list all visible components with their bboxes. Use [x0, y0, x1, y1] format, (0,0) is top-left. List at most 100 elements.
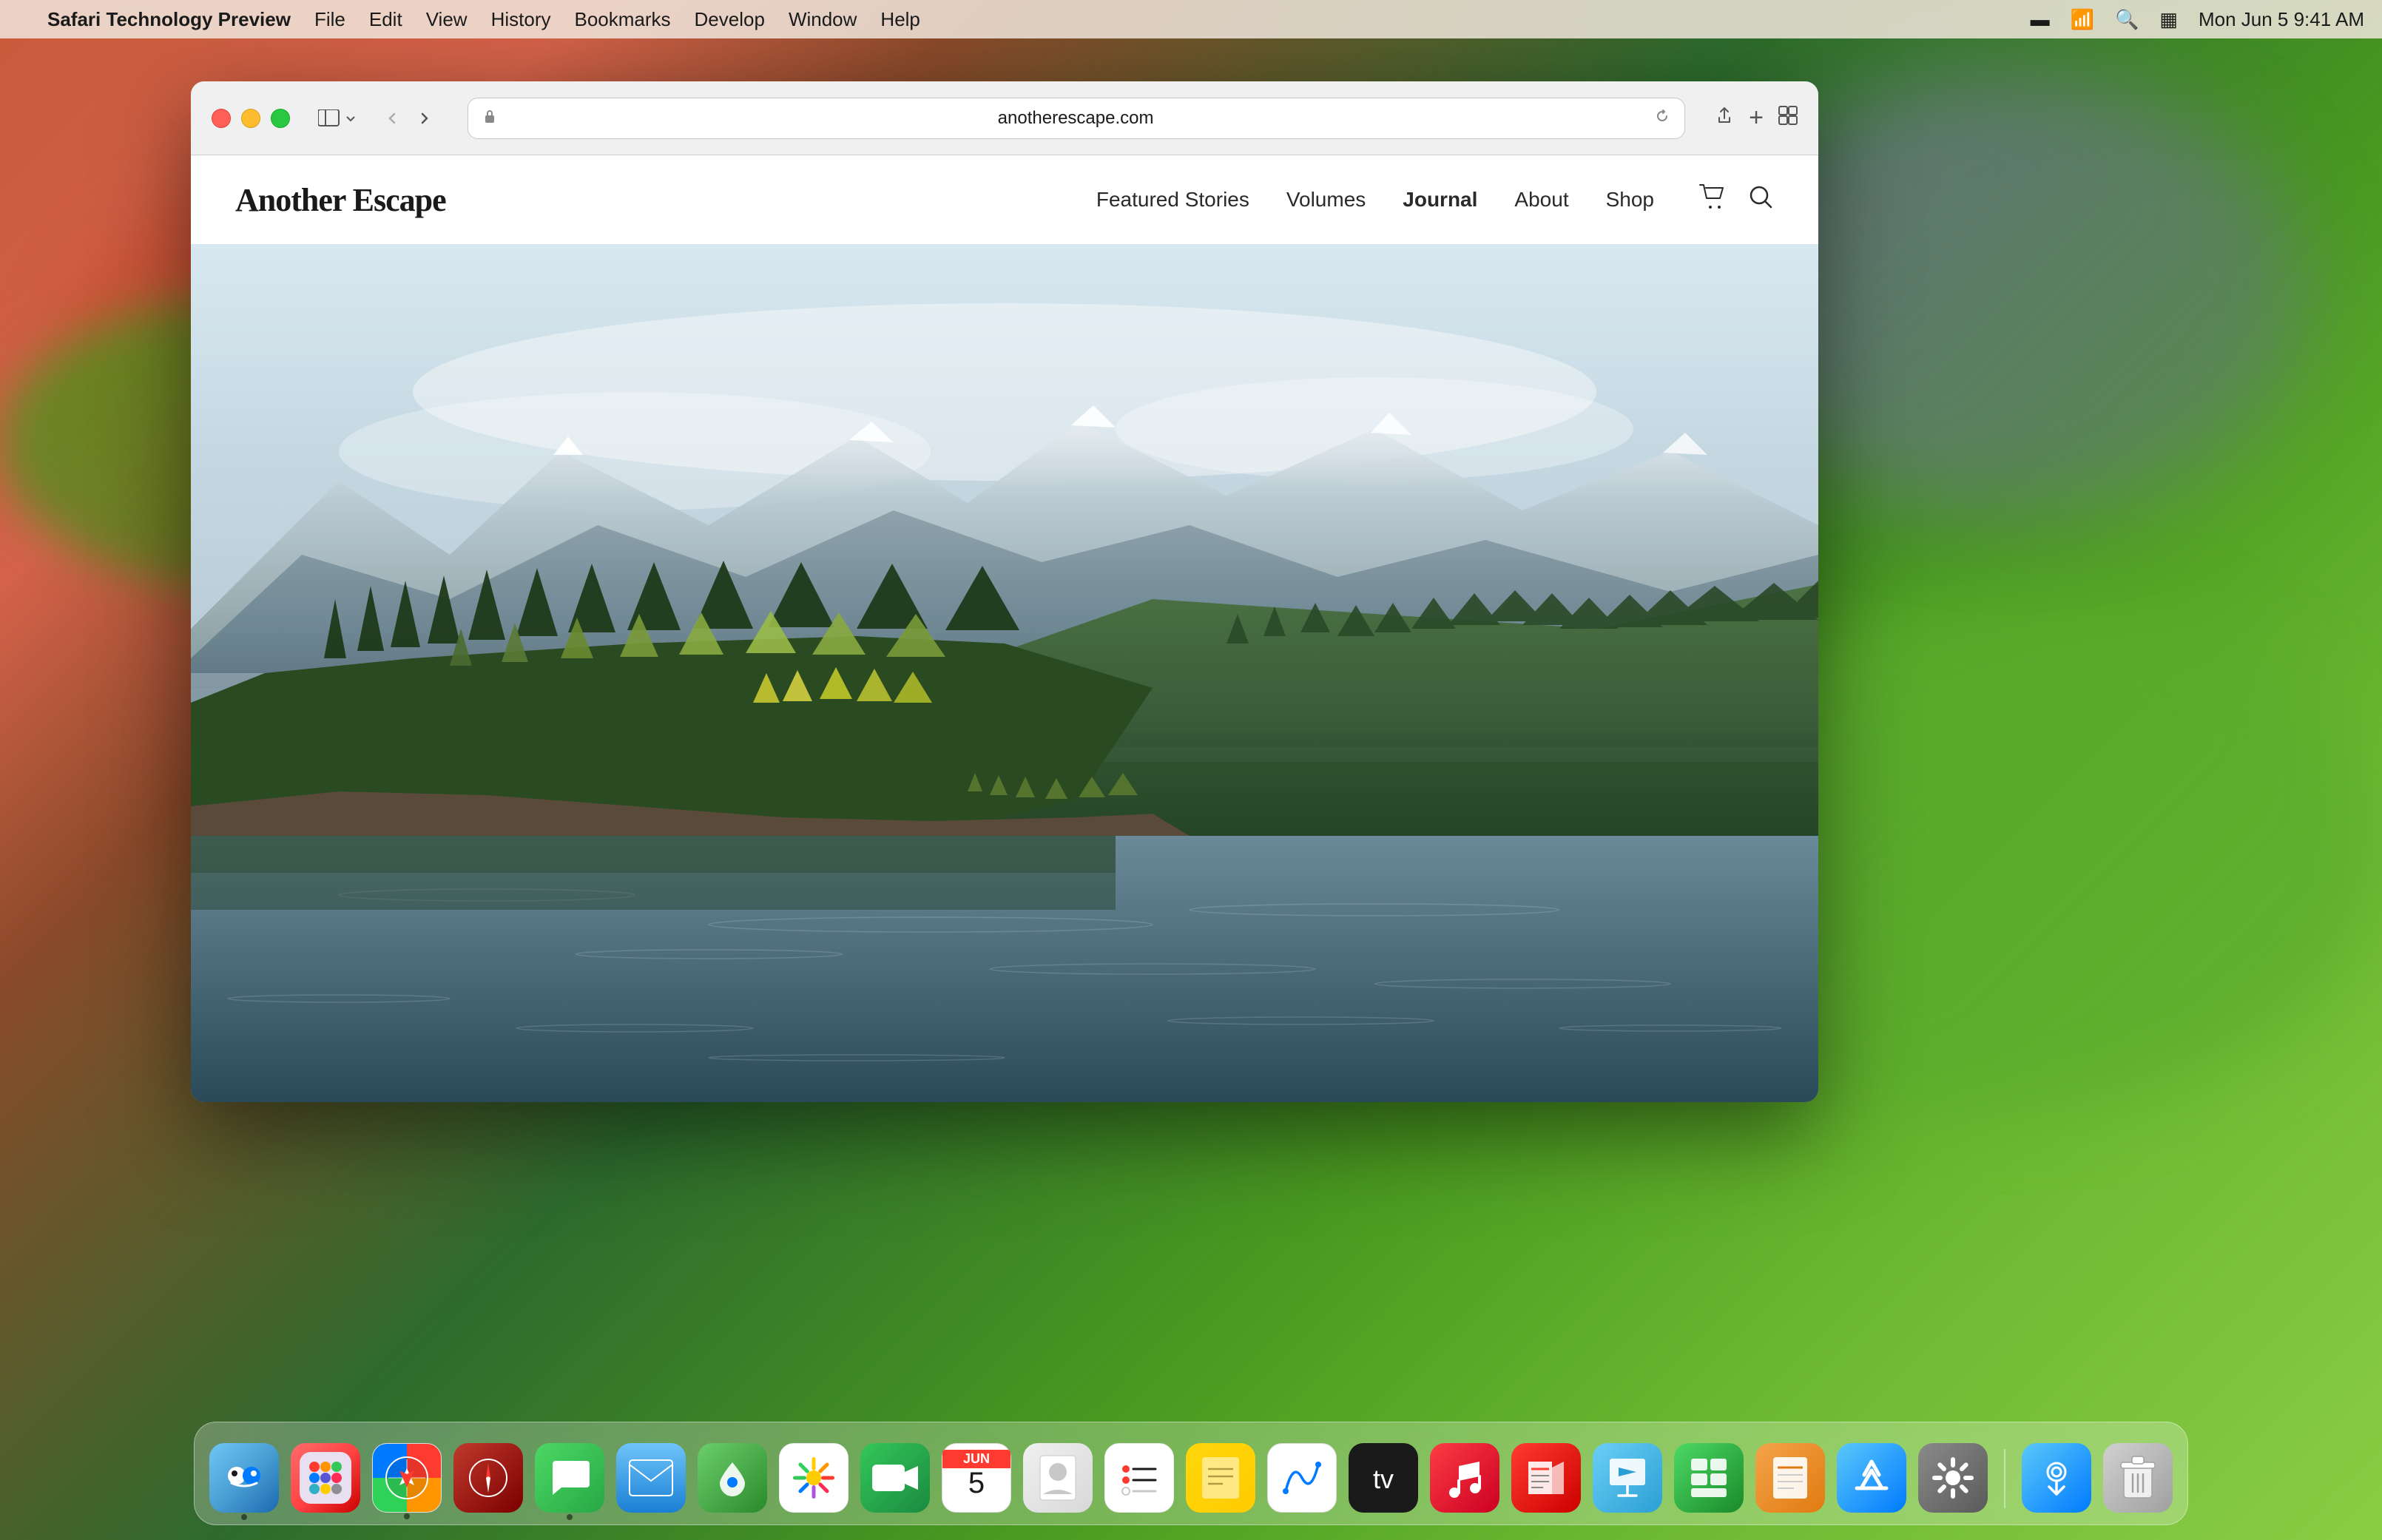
launchpad-icon-svg [300, 1452, 351, 1504]
back-button[interactable] [379, 105, 405, 132]
maps-icon-svg [709, 1455, 755, 1501]
dock-item-calendar[interactable]: JUN 5 [942, 1443, 1011, 1513]
tab-overview-button[interactable] [1778, 106, 1798, 130]
traffic-lights [212, 109, 290, 128]
calendar-date: 5 [968, 1468, 985, 1498]
freeform-icon-svg [1278, 1454, 1326, 1502]
nav-about[interactable]: About [1514, 188, 1568, 212]
share-icon [1715, 106, 1734, 125]
nav-journal[interactable]: Journal [1403, 188, 1477, 212]
dock-item-mail[interactable] [616, 1443, 686, 1513]
safari-dot [404, 1513, 410, 1519]
hero-image [191, 244, 1818, 1102]
dock-item-numbers[interactable] [1674, 1443, 1744, 1513]
menu-edit[interactable]: Edit [369, 8, 402, 31]
keynote-icon-svg [1605, 1454, 1650, 1502]
site-logo[interactable]: Another Escape [235, 181, 446, 219]
nav-volumes[interactable]: Volumes [1286, 188, 1366, 212]
maximize-button[interactable] [271, 109, 290, 128]
toolbar-actions: + [1715, 104, 1798, 132]
dock-item-pages[interactable] [1755, 1443, 1825, 1513]
back-arrow-icon [385, 111, 399, 126]
menu-bar: Safari Technology Preview File Edit View… [0, 0, 2382, 38]
dock-separator [2004, 1449, 2005, 1508]
contacts-icon-svg [1037, 1454, 1079, 1502]
finder-icon-svg [218, 1452, 270, 1504]
dock-item-photos[interactable] [779, 1443, 848, 1513]
address-bar[interactable]: anotherescape.com [468, 98, 1685, 139]
dock-item-appstore[interactable] [1837, 1443, 1906, 1513]
compass-icon-svg [466, 1456, 510, 1500]
photos-icon-svg [789, 1453, 838, 1502]
trash-icon-svg [2118, 1453, 2158, 1502]
url-display[interactable]: anotherescape.com [505, 108, 1646, 129]
search-icon[interactable] [1747, 183, 1774, 216]
messages-dot [567, 1514, 573, 1520]
new-tab-button[interactable]: + [1749, 104, 1764, 132]
dock-item-messages[interactable] [535, 1443, 604, 1513]
reload-svg [1655, 109, 1670, 124]
nav-featured-stories[interactable]: Featured Stories [1096, 188, 1249, 212]
menu-view[interactable]: View [426, 8, 468, 31]
menu-develop[interactable]: Develop [695, 8, 765, 31]
system-prefs-icon-svg [1929, 1454, 1977, 1502]
appletv-icon-svg: tv [1360, 1459, 1407, 1497]
dock-item-maps[interactable] [698, 1443, 767, 1513]
search-menubar-icon[interactable]: 🔍 [2115, 8, 2139, 31]
news-icon-svg [1522, 1456, 1570, 1500]
dock-item-reminders[interactable] [1104, 1443, 1174, 1513]
calendar-month: JUN [942, 1450, 1011, 1468]
menu-window[interactable]: Window [789, 8, 857, 31]
dock-item-music[interactable] [1430, 1443, 1499, 1513]
minimize-button[interactable] [241, 109, 260, 128]
forward-button[interactable] [411, 105, 438, 132]
cart-icon[interactable] [1698, 183, 1727, 216]
dock-item-system-preferences[interactable] [1918, 1443, 1988, 1513]
dock-item-notes[interactable] [1186, 1443, 1255, 1513]
search-svg [1747, 183, 1774, 210]
dock-item-freeform[interactable] [1267, 1443, 1337, 1513]
menu-history[interactable]: History [491, 8, 551, 31]
clock: Mon Jun 5 9:41 AM [2199, 8, 2364, 31]
dock-item-facetime[interactable] [860, 1443, 930, 1513]
dock-item-airdrop[interactable] [2022, 1443, 2091, 1513]
dock-item-keynote[interactable] [1593, 1443, 1662, 1513]
hero-svg [191, 244, 1818, 1102]
dock-item-trash[interactable] [2103, 1443, 2173, 1513]
battery-icon: ▬ [2031, 8, 2050, 31]
dock-item-launchpad[interactable] [291, 1443, 360, 1513]
menu-bookmarks[interactable]: Bookmarks [574, 8, 670, 31]
cart-svg [1698, 183, 1727, 210]
website-nav: Another Escape Featured Stories Volumes … [191, 155, 1818, 244]
dock: JUN 5 [194, 1422, 2188, 1525]
share-button[interactable] [1715, 106, 1734, 130]
dock-item-compass[interactable] [453, 1443, 523, 1513]
airdrop-icon-svg [2034, 1454, 2079, 1502]
menu-bar-left: Safari Technology Preview File Edit View… [18, 8, 920, 31]
finder-dot [241, 1514, 247, 1520]
safari-icon-svg [381, 1452, 433, 1504]
tabs-icon [1778, 106, 1798, 125]
pages-icon-svg [1770, 1454, 1810, 1502]
wifi-icon: 📶 [2071, 8, 2094, 31]
menu-file[interactable]: File [314, 8, 345, 31]
dock-item-appletv[interactable]: tv [1349, 1443, 1418, 1513]
sidebar-toggle[interactable] [318, 109, 357, 127]
dock-item-contacts[interactable] [1023, 1443, 1093, 1513]
close-button[interactable] [212, 109, 231, 128]
menu-help[interactable]: Help [880, 8, 920, 31]
control-center-icon[interactable]: ▦ [2159, 8, 2178, 31]
dock-item-news[interactable] [1511, 1443, 1581, 1513]
svg-text:tv: tv [1373, 1464, 1394, 1494]
numbers-icon-svg [1687, 1454, 1731, 1502]
site-nav: Featured Stories Volumes Journal About S… [1096, 188, 1654, 212]
reload-icon[interactable] [1655, 108, 1670, 129]
dock-item-safari[interactable] [372, 1443, 442, 1513]
app-name[interactable]: Safari Technology Preview [47, 8, 291, 31]
music-icon-svg [1444, 1454, 1485, 1502]
forward-arrow-icon [417, 111, 432, 126]
dock-item-finder[interactable] [209, 1443, 279, 1513]
menu-bar-right: ▬ 📶 🔍 ▦ Mon Jun 5 9:41 AM [2031, 8, 2364, 31]
chevron-down-icon [345, 112, 357, 124]
nav-shop[interactable]: Shop [1606, 188, 1654, 212]
